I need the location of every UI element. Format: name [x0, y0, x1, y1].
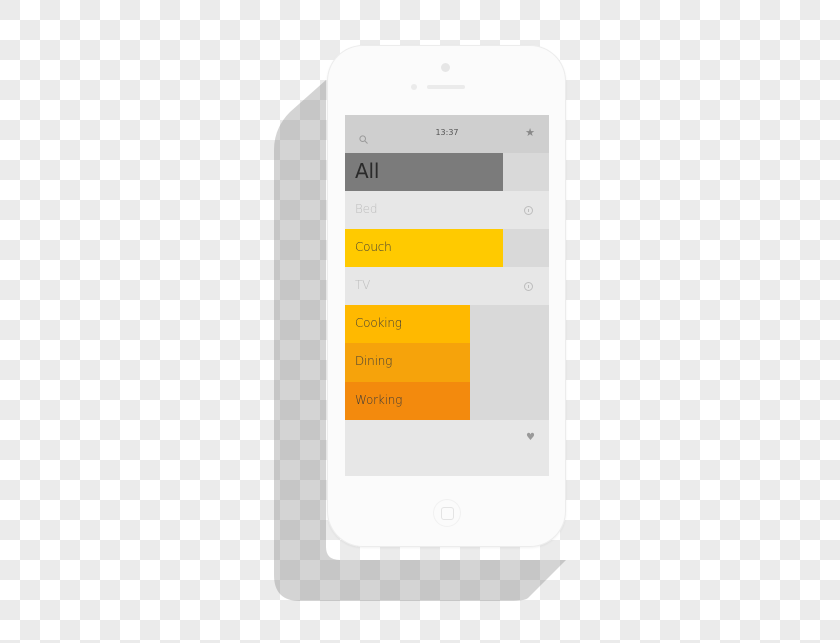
row-label: Dining — [355, 354, 393, 368]
home-button-square-icon — [441, 507, 454, 520]
row-label: All — [355, 159, 380, 183]
list-item-bed[interactable]: Bed — [345, 191, 549, 229]
heart-icon[interactable]: ♥ — [526, 432, 535, 443]
front-camera — [441, 63, 450, 72]
row-track — [503, 229, 549, 267]
info-icon[interactable] — [524, 282, 533, 291]
info-icon[interactable] — [524, 206, 533, 215]
row-track — [470, 343, 549, 382]
clock-time: 13:37 — [435, 128, 459, 137]
list-item-couch[interactable]: Couch — [345, 229, 549, 267]
proximity-sensor — [411, 84, 417, 90]
row-label: Bed — [355, 202, 378, 216]
earpiece-speaker — [427, 85, 465, 89]
row-label: Cooking — [355, 316, 402, 330]
row-track — [470, 305, 549, 343]
row-track — [503, 153, 549, 191]
row-label: Working — [355, 393, 403, 407]
list-item-working[interactable]: Working — [345, 382, 549, 420]
list-item-dining[interactable]: Dining — [345, 343, 549, 382]
list-item-cooking[interactable]: Cooking — [345, 305, 549, 343]
home-button[interactable] — [434, 500, 460, 526]
app-screen: 13:37 ★ All Bed Couch TV Cooking Dining … — [345, 115, 549, 476]
row-label: TV — [355, 278, 371, 292]
list-item-all[interactable]: All — [345, 153, 549, 191]
screen-footer: ♥ — [345, 420, 549, 476]
row-label: Couch — [355, 240, 392, 254]
list-item-tv[interactable]: TV — [345, 267, 549, 305]
row-track — [470, 382, 549, 420]
status-bar: 13:37 ★ — [345, 115, 549, 153]
star-icon[interactable]: ★ — [525, 127, 535, 138]
